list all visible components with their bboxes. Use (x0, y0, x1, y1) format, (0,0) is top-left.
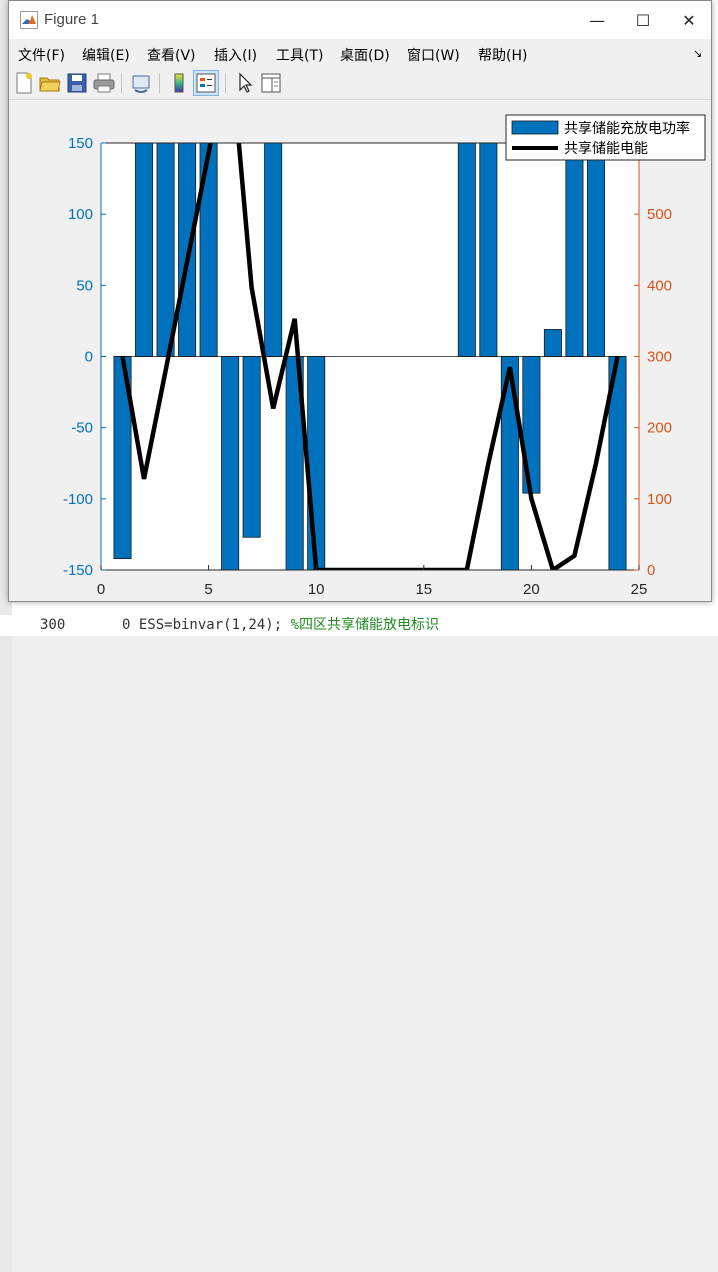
menu-insert[interactable]: 插入(I) (214, 45, 257, 65)
left-y-tick-label: -50 (71, 420, 93, 437)
bar[interactable] (221, 356, 240, 571)
menu-view[interactable]: 查看(V) (147, 45, 196, 65)
matlab-logo-icon (20, 11, 38, 29)
bar[interactable] (565, 142, 584, 357)
chart[interactable]: -150 -100 -50 0 50 100 150 0 100 200 300 400 500 0 5 10… (9, 100, 711, 601)
background-code-text: 0 ESS=binvar(1,24); %四区共享储能放电标识 (122, 615, 439, 636)
legend-bar-swatch (511, 120, 559, 135)
left-y-tick-label: 100 (68, 206, 93, 223)
right-y-tick-label: 500 (647, 206, 672, 223)
bar[interactable] (543, 329, 562, 357)
save-icon[interactable] (65, 71, 89, 95)
bar[interactable] (156, 142, 175, 357)
legend-label-energy: 共享储能电能 (564, 140, 648, 156)
right-y-tick-label: 0 (647, 562, 655, 579)
property-inspector-icon[interactable] (259, 71, 283, 95)
x-tick-label: 15 (415, 581, 432, 598)
minimize-button[interactable]: — (574, 1, 620, 39)
right-y-tick-label: 300 (647, 349, 672, 366)
background-code-line: 300 0 ESS=binvar(1,24); %四区共享储能放电标识 (0, 615, 718, 636)
left-y-tick-label: -100 (63, 491, 93, 508)
bar[interactable] (264, 142, 283, 357)
toolbar-separator (159, 73, 160, 93)
left-y-tick-label: 50 (76, 277, 93, 294)
menu-help[interactable]: 帮助(H) (478, 45, 527, 65)
bar[interactable] (307, 356, 326, 571)
insert-colorbar-icon[interactable] (167, 71, 191, 95)
x-tick-label: 10 (308, 581, 325, 598)
figure-toolbar (9, 67, 711, 100)
left-y-tick-label: 150 (68, 135, 93, 152)
insert-legend-icon[interactable] (193, 70, 219, 96)
new-figure-icon[interactable] (12, 71, 36, 95)
menu-tools[interactable]: 工具(T) (276, 45, 323, 65)
print-icon[interactable] (92, 71, 116, 95)
x-tick-label: 25 (631, 581, 648, 598)
edit-plot-arrow-icon[interactable] (233, 71, 257, 95)
background-code-prefix: 0 ESS=binvar(1,24); (122, 617, 283, 633)
menu-file[interactable]: 文件(F) (18, 45, 65, 65)
bar[interactable] (479, 142, 498, 357)
menu-window[interactable]: 窗口(W) (407, 45, 460, 65)
bar[interactable] (586, 142, 605, 357)
close-button[interactable]: ✕ (666, 1, 711, 39)
window-title: Figure 1 (44, 11, 100, 28)
figure-window: Figure 1 — ☐ ✕ 文件(F) 编辑(E) 查看(V) 插入(I) 工… (8, 0, 712, 602)
x-tick-label: 20 (523, 581, 540, 598)
x-tick-label: 0 (97, 581, 105, 598)
background-code-comment: %四区共享储能放电标识 (290, 617, 440, 633)
toolbar-separator (121, 73, 122, 93)
toolbar-separator (225, 73, 226, 93)
right-y-tick-label: 200 (647, 420, 672, 437)
bar[interactable] (178, 142, 197, 357)
menu-overflow-icon[interactable]: ↘ (693, 47, 702, 60)
background-editor-right-edge (0, 636, 12, 1272)
title-bar[interactable]: Figure 1 — ☐ ✕ (9, 1, 711, 39)
bar[interactable] (457, 142, 476, 357)
link-plot-icon[interactable] (129, 71, 153, 95)
left-y-tick-label: 0 (85, 349, 93, 366)
bar[interactable] (242, 356, 261, 538)
right-y-tick-label: 100 (647, 491, 672, 508)
x-tick-label: 5 (204, 581, 212, 598)
menu-desktop[interactable]: 桌面(D) (340, 45, 390, 65)
open-file-icon[interactable] (38, 71, 62, 95)
background-line-number: 300 (40, 617, 66, 633)
bar[interactable] (135, 142, 154, 357)
menu-edit[interactable]: 编辑(E) (82, 45, 130, 65)
legend-label-power: 共享储能充放电功率 (564, 120, 690, 136)
figure-canvas[interactable]: -150 -100 -50 0 50 100 150 0 100 200 300 400 500 0 5 10… (9, 100, 711, 601)
right-y-tick-label: 400 (647, 277, 672, 294)
left-y-tick-label: -150 (63, 562, 93, 579)
maximize-button[interactable]: ☐ (620, 1, 666, 39)
menu-bar: 文件(F) 编辑(E) 查看(V) 插入(I) 工具(T) 桌面(D) 窗口(W… (9, 39, 711, 67)
